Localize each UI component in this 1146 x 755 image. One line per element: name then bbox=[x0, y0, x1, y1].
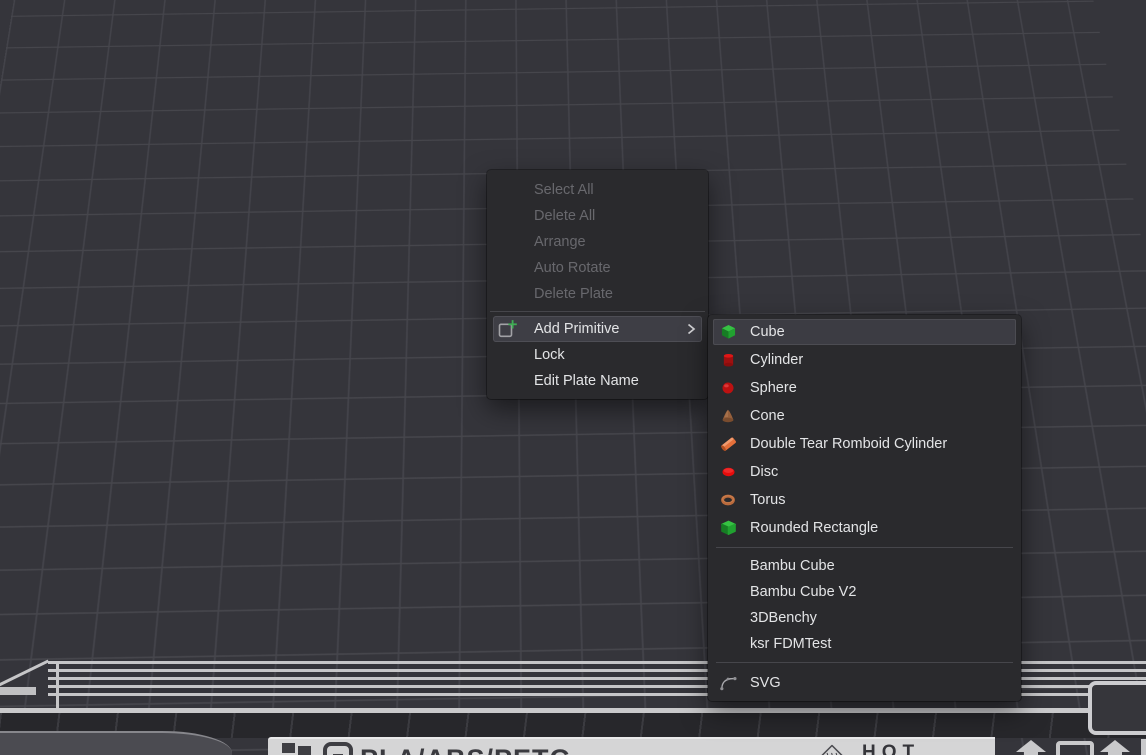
add-primitive-icon bbox=[498, 320, 518, 339]
submenu-item-torus[interactable]: Torus bbox=[708, 486, 1021, 514]
cylinder-icon bbox=[719, 353, 737, 368]
menu-item-edit-plate-name[interactable]: Edit Plate Name bbox=[487, 368, 708, 394]
menu-item-label: Delete All bbox=[534, 208, 595, 224]
menu-separator bbox=[490, 311, 705, 312]
cone-icon bbox=[719, 409, 737, 423]
menu-item-add-primitive[interactable]: Add Primitive bbox=[487, 316, 708, 342]
submenu-item-label: Rounded Rectangle bbox=[750, 520, 878, 536]
bambu-logo bbox=[282, 742, 353, 755]
menu-item-label: Auto Rotate bbox=[534, 260, 611, 276]
submenu-item-label: ksr FDMTest bbox=[750, 636, 831, 652]
double-tear-romboid-cylinder-icon bbox=[719, 436, 737, 453]
plate-chute-tab bbox=[0, 731, 232, 755]
submenu-item-label: Cylinder bbox=[750, 352, 803, 368]
svg-curve-icon bbox=[719, 674, 737, 691]
disc-icon bbox=[719, 467, 737, 477]
menu-item-lock[interactable]: Lock bbox=[487, 342, 708, 368]
cube-icon bbox=[719, 325, 737, 340]
up-arrow-icon bbox=[1012, 740, 1050, 755]
menu-item-delete-plate[interactable]: Delete Plate bbox=[487, 281, 708, 307]
plate-square-icon bbox=[1056, 741, 1094, 755]
menu-item-label: Edit Plate Name bbox=[534, 373, 639, 389]
add-primitive-submenu: Cube Cylinder Sphere Co bbox=[708, 315, 1021, 701]
plate-context-menu: Select All Delete All Arrange Auto Rotat… bbox=[487, 170, 708, 399]
submenu-item-label: Torus bbox=[750, 492, 785, 508]
chevron-right-icon bbox=[686, 323, 696, 335]
menu-item-delete-all[interactable]: Delete All bbox=[487, 203, 708, 229]
submenu-item-label: 3DBenchy bbox=[750, 610, 817, 626]
menu-item-label: Select All bbox=[534, 182, 594, 198]
submenu-item-double-tear-romboid-cylinder[interactable]: Double Tear Romboid Cylinder bbox=[708, 430, 1021, 458]
submenu-item-label: Cube bbox=[750, 324, 785, 340]
submenu-item-rounded-rectangle[interactable]: Rounded Rectangle bbox=[708, 514, 1021, 542]
submenu-item-label: Cone bbox=[750, 408, 785, 424]
submenu-item-ksr-fdmtest[interactable]: ksr FDMTest bbox=[708, 631, 1021, 657]
submenu-item-cylinder[interactable]: Cylinder bbox=[708, 346, 1021, 374]
submenu-separator bbox=[716, 547, 1013, 548]
submenu-item-bambu-cube-v2[interactable]: Bambu Cube V2 bbox=[708, 579, 1021, 605]
torus-icon bbox=[719, 495, 737, 506]
plate-hot-label: HOT bbox=[862, 742, 920, 755]
menu-item-label: Delete Plate bbox=[534, 286, 613, 302]
submenu-item-3dbenchy[interactable]: 3DBenchy bbox=[708, 605, 1021, 631]
plate-arrow-zone bbox=[1000, 737, 1146, 755]
submenu-item-svg[interactable]: SVG bbox=[708, 668, 1021, 697]
submenu-item-disc[interactable]: Disc bbox=[708, 458, 1021, 486]
rounded-rectangle-icon bbox=[719, 521, 737, 536]
menu-item-arrange[interactable]: Arrange bbox=[487, 229, 708, 255]
submenu-item-label: Double Tear Romboid Cylinder bbox=[750, 436, 947, 452]
menu-item-label: Lock bbox=[534, 347, 565, 363]
plate-material-label: PLA/ABS/PETG bbox=[360, 744, 572, 755]
plate-edge-sliver bbox=[1141, 739, 1146, 755]
hot-surface-warning-icon bbox=[816, 744, 848, 755]
bambu-logo-badge bbox=[323, 742, 353, 755]
menu-item-label: Add Primitive bbox=[534, 321, 619, 337]
menu-item-label: Arrange bbox=[534, 234, 586, 250]
submenu-item-cube[interactable]: Cube bbox=[708, 318, 1021, 346]
up-arrow-icon bbox=[1096, 740, 1134, 755]
submenu-item-label: SVG bbox=[750, 675, 781, 691]
plate-label-strip: PLA/ABS/PETG HOT bbox=[268, 737, 995, 755]
submenu-item-bambu-cube[interactable]: Bambu Cube bbox=[708, 553, 1021, 579]
submenu-item-label: Bambu Cube bbox=[750, 558, 835, 574]
submenu-item-sphere[interactable]: Sphere bbox=[708, 374, 1021, 402]
plate-edge-leftbar bbox=[0, 687, 36, 695]
menu-item-auto-rotate[interactable]: Auto Rotate bbox=[487, 255, 708, 281]
submenu-item-label: Disc bbox=[750, 464, 778, 480]
submenu-item-label: Sphere bbox=[750, 380, 797, 396]
sphere-icon bbox=[719, 382, 737, 394]
submenu-item-cone[interactable]: Cone bbox=[708, 402, 1021, 430]
bambu-logo-mark bbox=[282, 742, 314, 755]
submenu-item-label: Bambu Cube V2 bbox=[750, 584, 856, 600]
menu-item-select-all[interactable]: Select All bbox=[487, 177, 708, 203]
submenu-separator bbox=[716, 662, 1013, 663]
app-window: { "colors": { "viewport_bg": "#35353b", … bbox=[0, 0, 1146, 755]
plate-corner-bracket bbox=[1088, 681, 1146, 735]
